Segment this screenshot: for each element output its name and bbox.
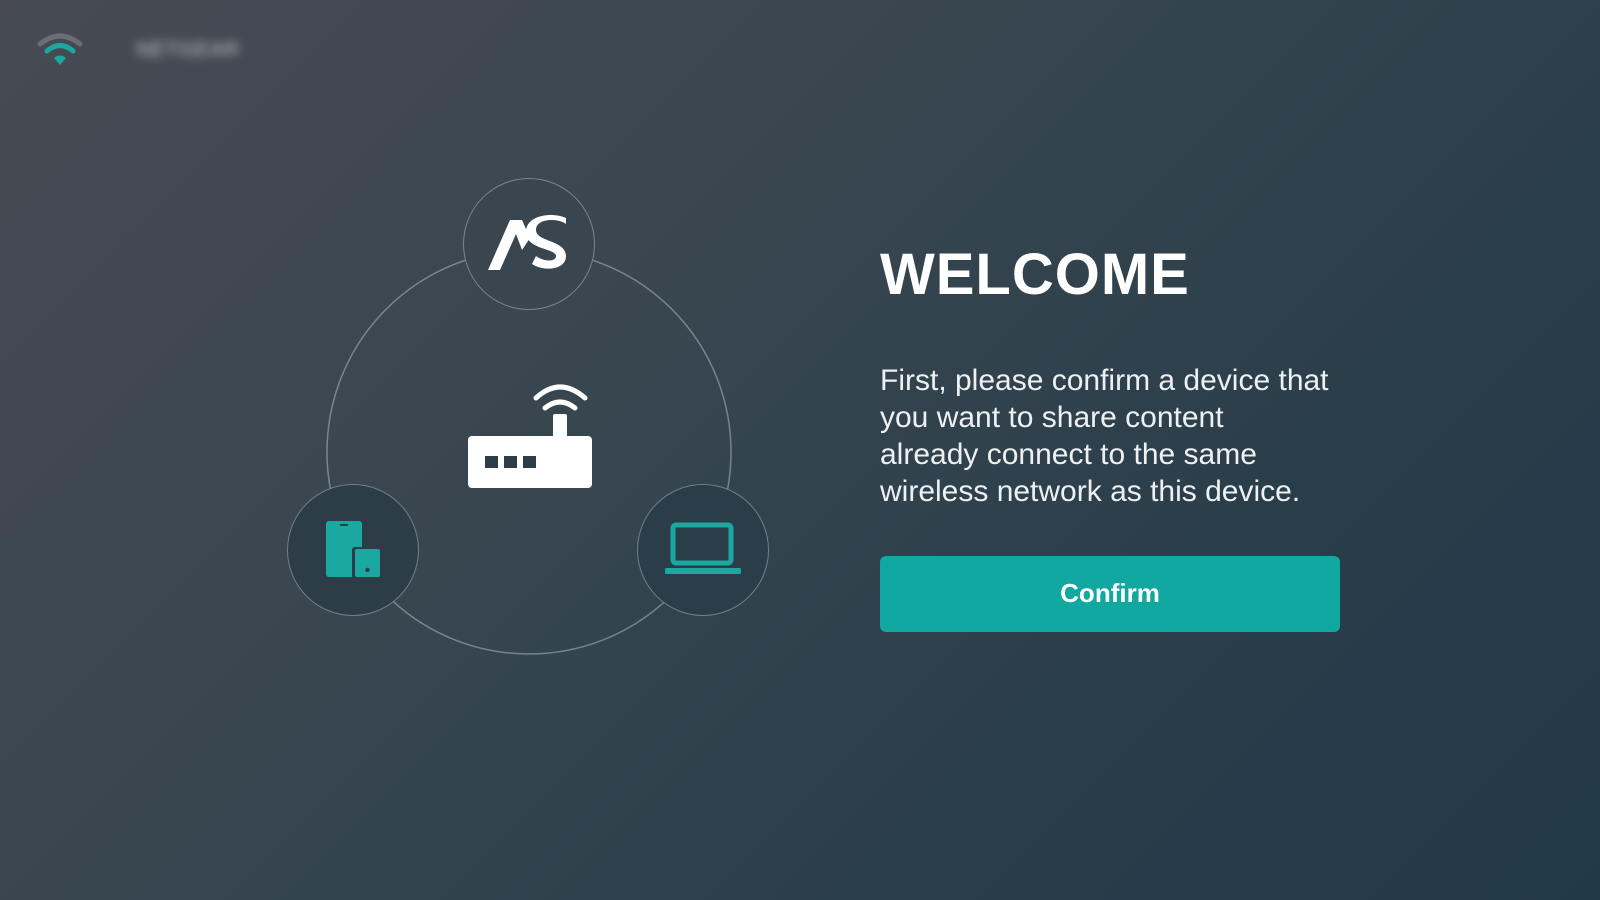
confirm-button[interactable]: Confirm xyxy=(880,555,1340,632)
welcome-panel: WELCOME First, please confirm a device t… xyxy=(880,240,1360,632)
laptop-icon xyxy=(665,522,741,574)
mobile-devices-icon xyxy=(326,521,382,579)
as-logo-icon xyxy=(488,214,566,270)
status-bar: NETGEAR xyxy=(36,30,240,70)
connection-diagram xyxy=(280,178,780,658)
network-name: NETGEAR xyxy=(136,38,240,61)
welcome-description: First, please confirm a device that you … xyxy=(880,363,1329,508)
laptop-node xyxy=(637,484,769,616)
page-title: WELCOME xyxy=(880,242,1190,307)
router-icon xyxy=(468,384,592,488)
mobile-node xyxy=(287,484,419,616)
as-node xyxy=(463,178,595,310)
wifi-icon xyxy=(37,33,83,65)
